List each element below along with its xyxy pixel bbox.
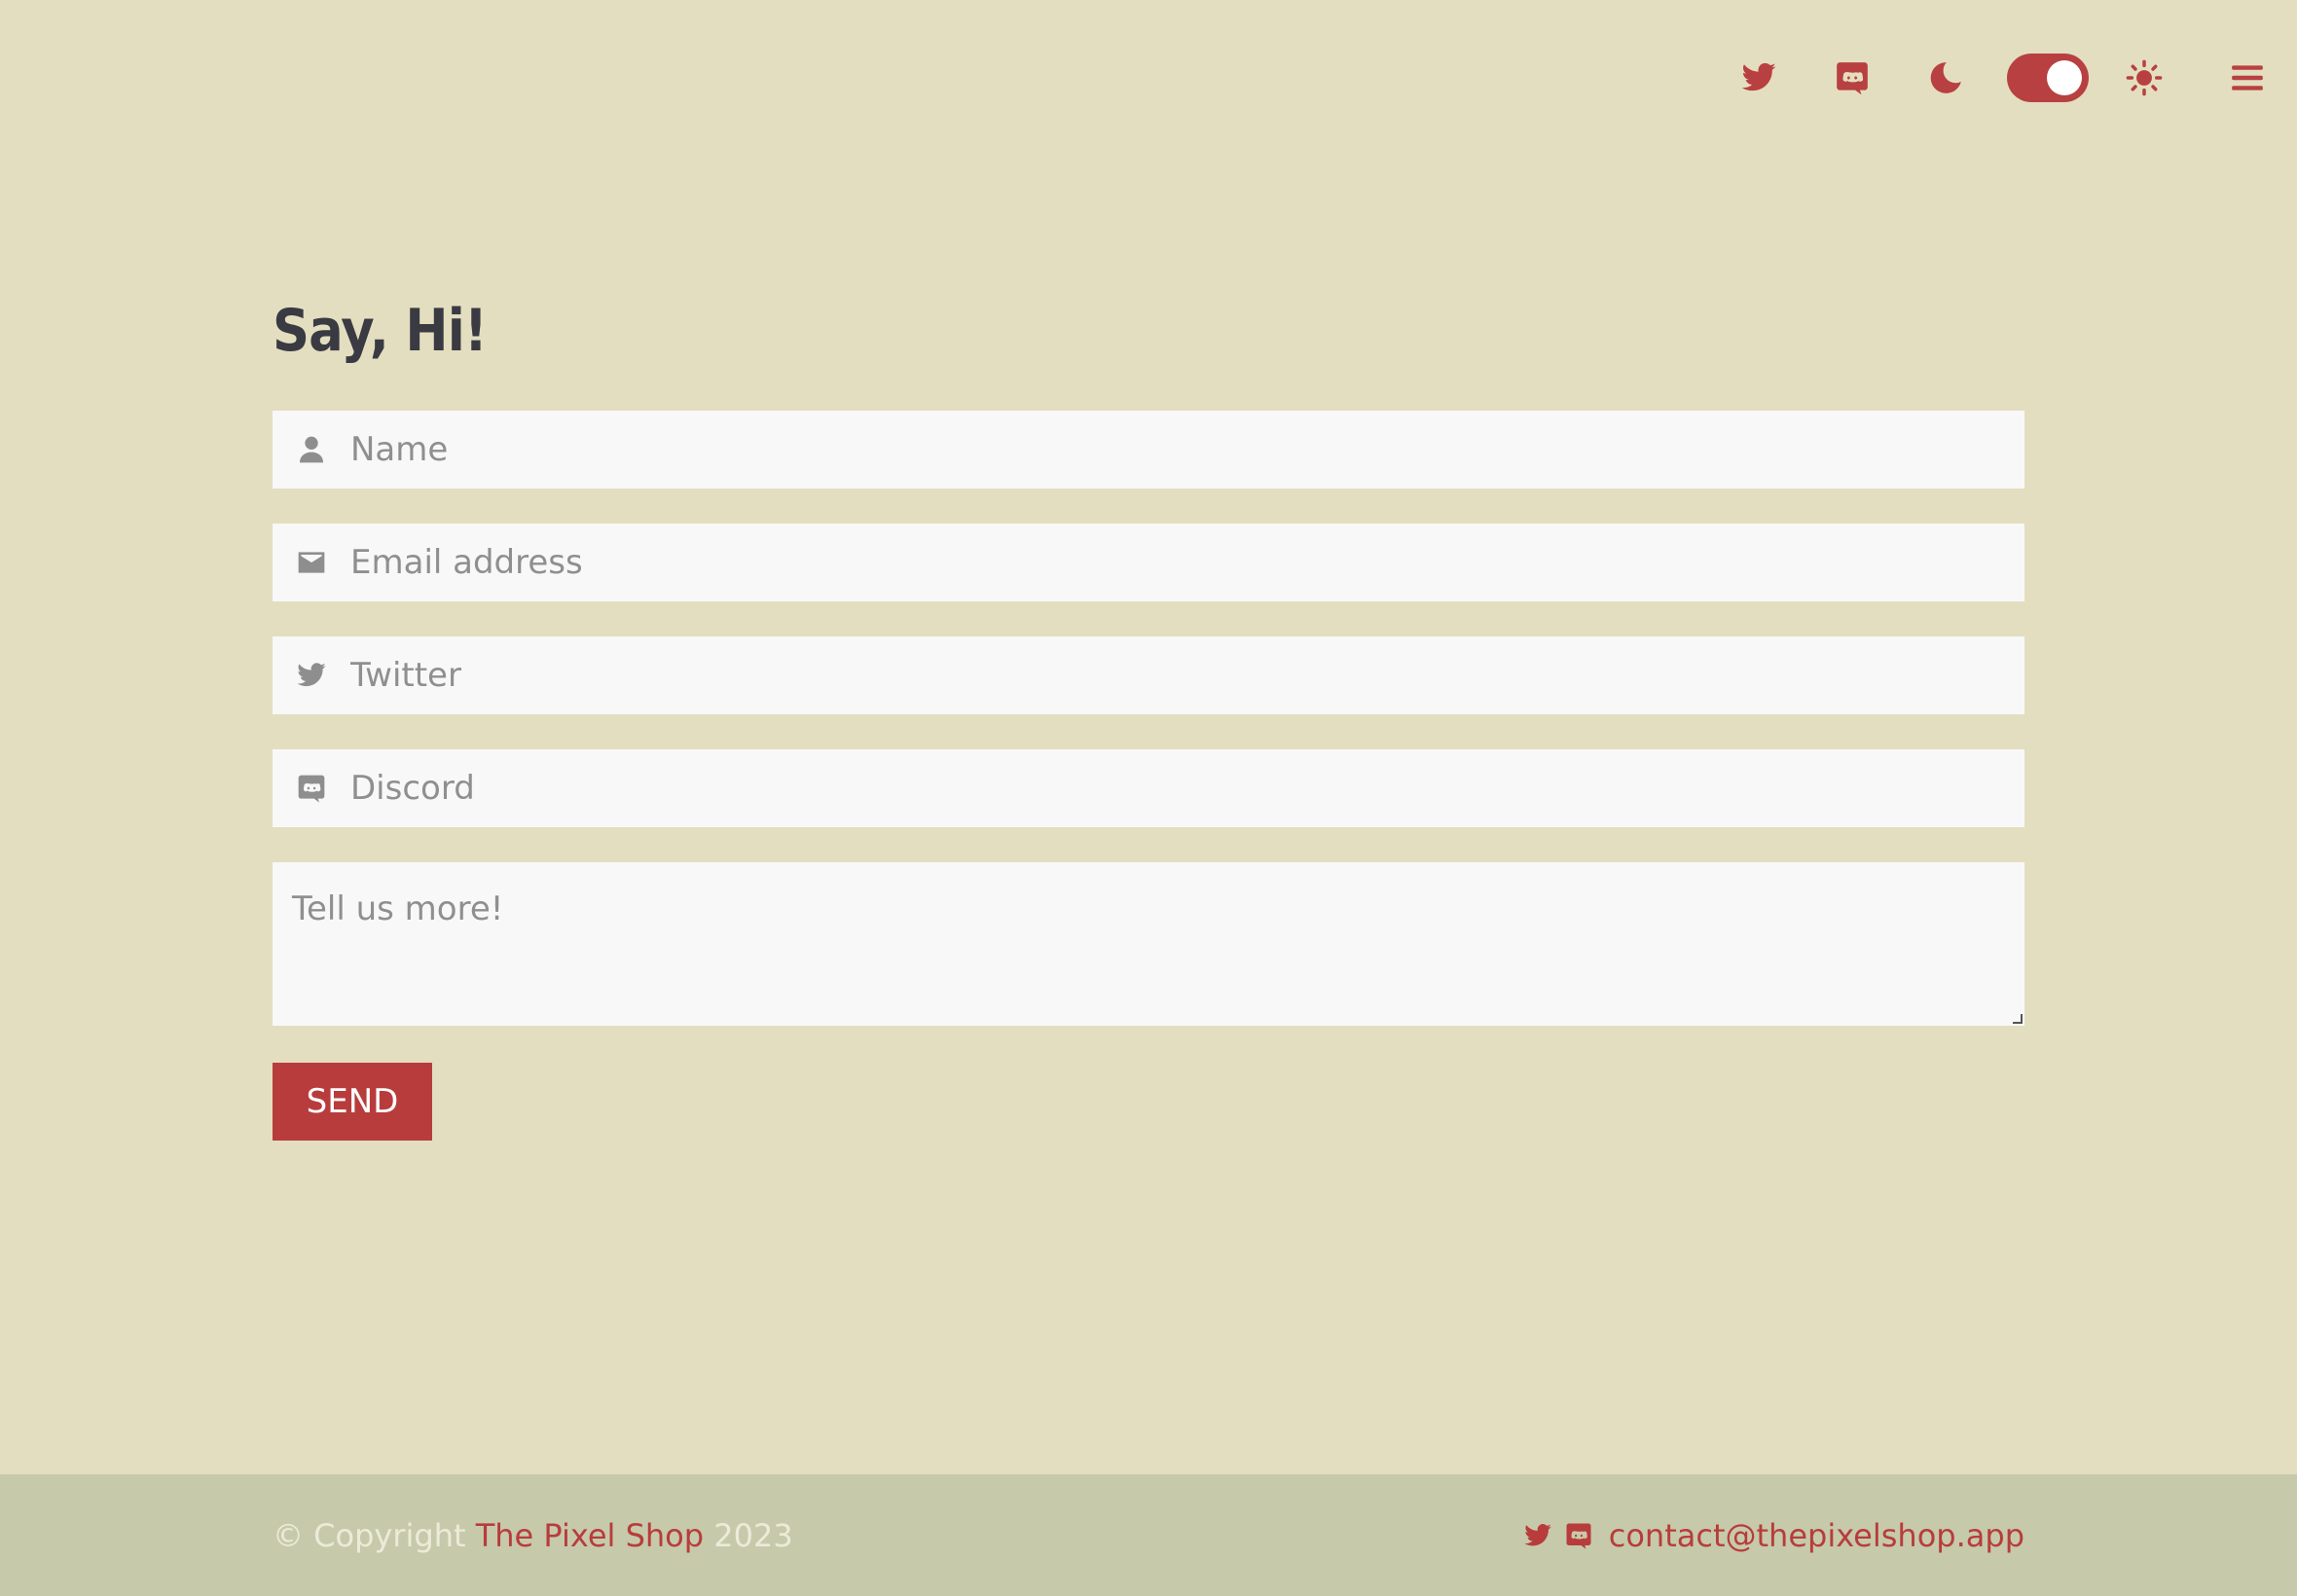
discord-icon: [273, 749, 350, 827]
page-title: Say, Hi!: [273, 297, 488, 365]
footer-contact: contact@thepixelshop.app: [1523, 1474, 2024, 1596]
discord-input[interactable]: [350, 749, 2024, 827]
email-input[interactable]: [350, 524, 2024, 601]
footer-twitter-icon[interactable]: [1523, 1521, 1552, 1550]
message-field[interactable]: [273, 862, 2024, 1026]
contact-form: Say, Hi! SEND: [273, 302, 2024, 1141]
sun-icon[interactable]: [2118, 52, 2170, 104]
resize-handle[interactable]: [2013, 1014, 2023, 1024]
twitter-input[interactable]: [350, 636, 2024, 714]
footer-discord-icon[interactable]: [1564, 1521, 1593, 1550]
name-field[interactable]: [273, 411, 2024, 489]
footer: © Copyright The Pixel Shop 2023 contact@…: [0, 1474, 2297, 1596]
twitter-field[interactable]: [273, 636, 2024, 714]
copyright-year: 2023: [704, 1516, 793, 1554]
email-field[interactable]: [273, 524, 2024, 601]
discord-field[interactable]: [273, 749, 2024, 827]
message-textarea[interactable]: [273, 862, 2024, 1026]
twitter-icon: [273, 636, 350, 714]
contact-email-link[interactable]: contact@thepixelshop.app: [1609, 1517, 2024, 1554]
toggle-knob: [2047, 60, 2082, 95]
copyright-prefix: © Copyright: [273, 1516, 476, 1554]
theme-toggle[interactable]: [2007, 54, 2089, 102]
user-icon: [273, 411, 350, 489]
copyright-text: © Copyright The Pixel Shop 2023: [273, 1474, 793, 1596]
discord-icon[interactable]: [1826, 52, 1878, 104]
name-input[interactable]: [350, 411, 2024, 489]
envelope-icon: [273, 524, 350, 601]
send-button[interactable]: SEND: [273, 1063, 432, 1141]
twitter-icon[interactable]: [1732, 52, 1785, 104]
moon-icon[interactable]: [1919, 52, 1972, 104]
header-toolbar: [1692, 47, 2274, 109]
brand-link[interactable]: The Pixel Shop: [476, 1517, 704, 1554]
hamburger-menu-icon[interactable]: [2221, 52, 2274, 104]
